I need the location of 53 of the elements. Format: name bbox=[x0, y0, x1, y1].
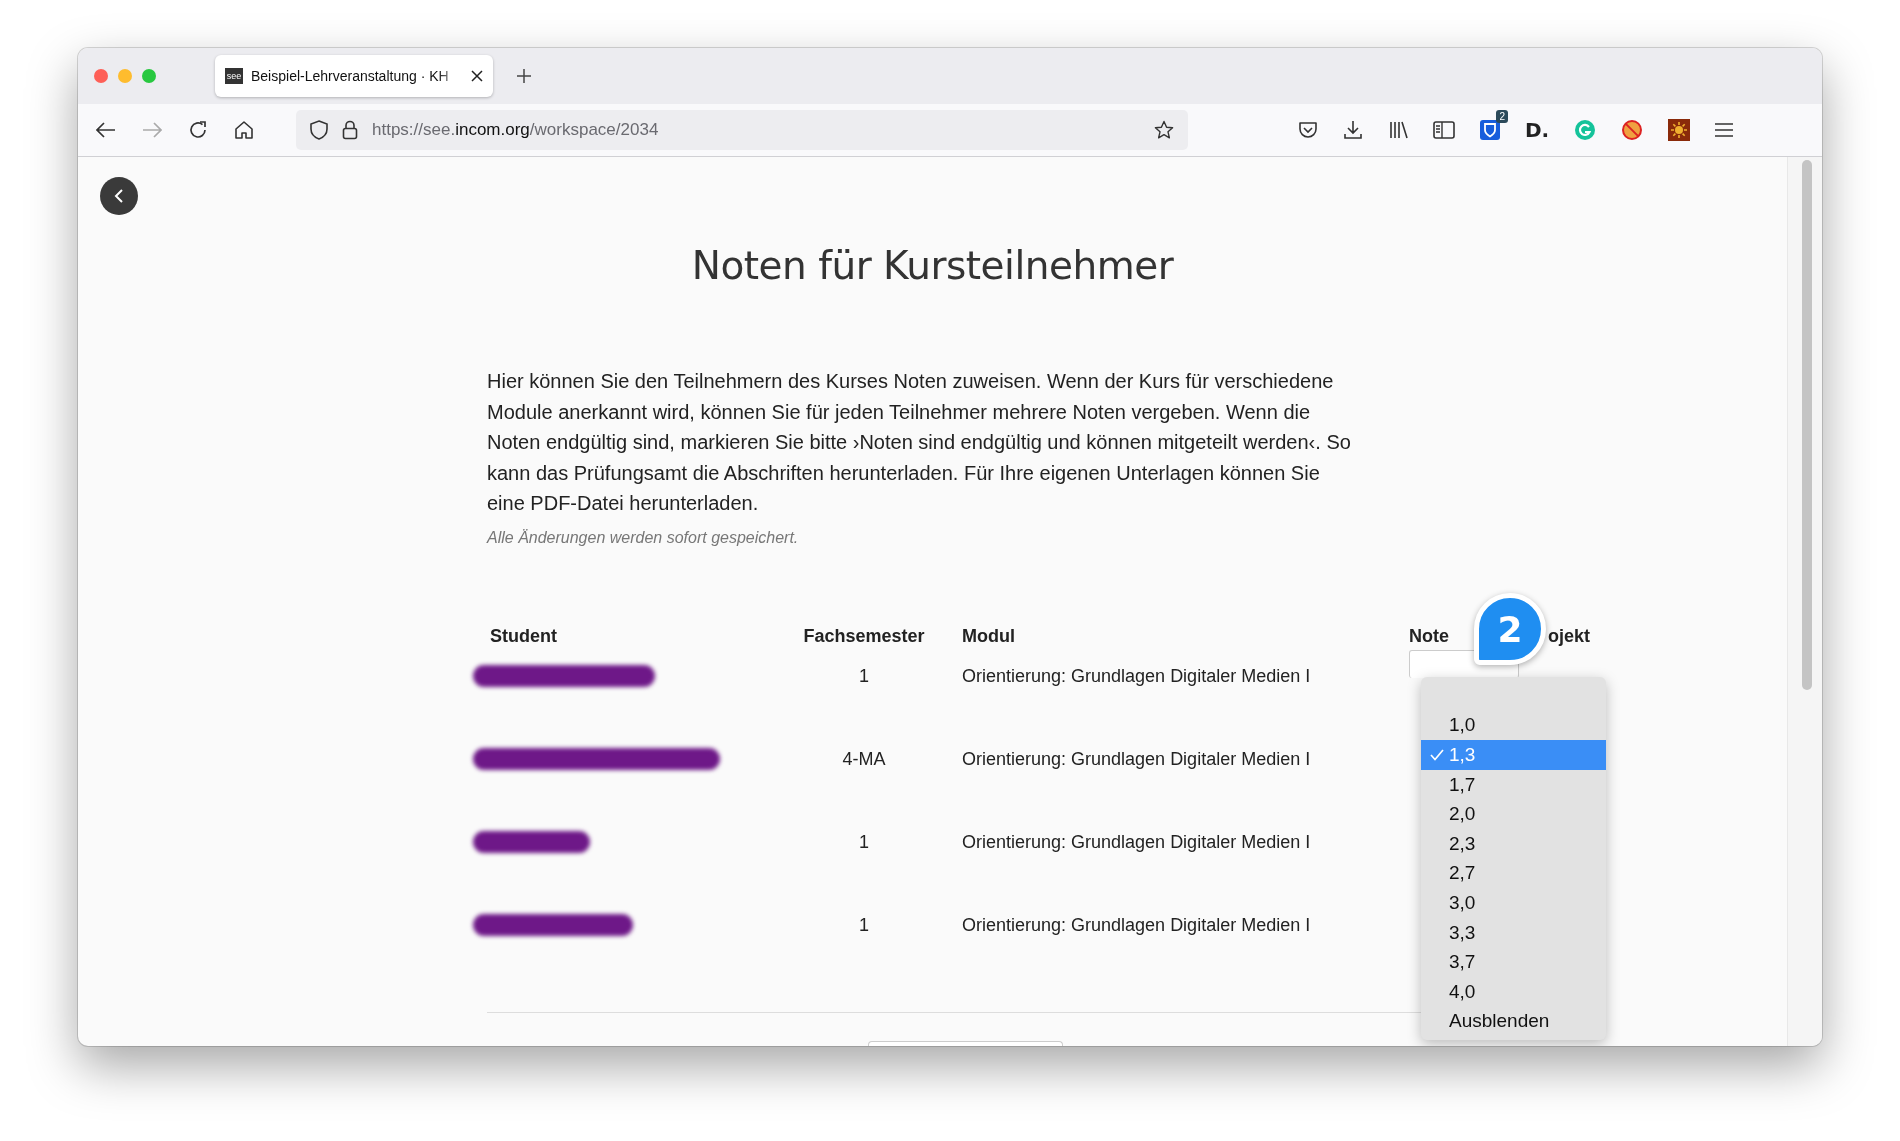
lock-icon[interactable] bbox=[342, 120, 358, 140]
dropdown-option[interactable]: Ausblenden bbox=[1421, 1006, 1606, 1037]
download-icon[interactable] bbox=[1343, 120, 1363, 140]
back-arrow-icon[interactable] bbox=[96, 122, 116, 138]
column-header: Note bbox=[1409, 624, 1449, 648]
dropdown-option[interactable]: 2,7 bbox=[1421, 858, 1606, 889]
table-cell-text: 1 bbox=[858, 664, 870, 688]
scrollbar-thumb[interactable] bbox=[1802, 160, 1812, 690]
page-title: Noten für Kursteilnehmer bbox=[690, 242, 1175, 290]
dropdown-option[interactable]: 3,3 bbox=[1421, 917, 1606, 948]
reload-icon[interactable] bbox=[188, 120, 208, 140]
column-header: Modul bbox=[962, 624, 1015, 648]
blocked-sign-icon[interactable] bbox=[1621, 119, 1644, 141]
favicon: see bbox=[225, 68, 243, 84]
new-tab-icon[interactable] bbox=[517, 69, 531, 83]
check-icon bbox=[1430, 749, 1444, 762]
back-button[interactable] bbox=[100, 177, 138, 215]
dropdown-option[interactable]: 2,0 bbox=[1421, 799, 1606, 829]
dropdown-option[interactable]: 3,7 bbox=[1421, 947, 1606, 977]
home-icon[interactable] bbox=[234, 120, 254, 140]
column-header: Student bbox=[489, 624, 557, 648]
close-icon[interactable] bbox=[471, 70, 483, 82]
dropdown-option[interactable]: 1,7 bbox=[1421, 769, 1606, 800]
count-badge: 2 bbox=[1496, 110, 1508, 123]
browser-tab[interactable]: see Beispiel-Lehrveranstaltung · KH bbox=[215, 55, 493, 97]
dropdown-option[interactable]: 4,0 bbox=[1421, 976, 1606, 1007]
sun-icon[interactable] bbox=[1668, 119, 1691, 141]
step-badge: 2 bbox=[1474, 593, 1546, 665]
dropdown-option[interactable]: 1,0 bbox=[1421, 710, 1606, 741]
table-cell-text: Orientierung: Grundlagen Digitaler Medien I bbox=[961, 664, 1312, 688]
pocket-icon[interactable] bbox=[1298, 121, 1318, 139]
table-cell-text: 1 bbox=[858, 830, 870, 854]
url-text[interactable]: https://see.incom.org/workspace/2034 bbox=[372, 120, 1140, 140]
star-icon[interactable] bbox=[1154, 120, 1174, 140]
table-cell-text: Orientierung: Grundlagen Digitaler Medien I bbox=[961, 913, 1312, 937]
menu-icon[interactable] bbox=[1715, 123, 1734, 137]
intro-paragraph: Hier können Sie den Teilnehmern des Kurses Noten zuweisen. Wenn der Kurs für verschiedene Module anerkannt wird, können Sie für jeden Teilnehmer mehrere Noten vergeben. Wenn die Noten endgültig sind, markieren Sie bitte ›Noten sind endgültig und können mitgeteilt werden‹. So kann das Prüfungsamt die Abschriften herunterladen. Für Ihre eigenen Unterlagen können Sie eine PDF-Datei herunterladen. bbox=[487, 369, 1352, 516]
extension-logo[interactable]: D. bbox=[1525, 118, 1550, 142]
shield-icon[interactable] bbox=[310, 120, 328, 140]
table-cell-text: Orientierung: Grundlagen Digitaler Medien I bbox=[961, 747, 1312, 771]
sidebar-icon[interactable] bbox=[1433, 121, 1455, 139]
dropdown-option[interactable]: 2,3 bbox=[1421, 828, 1606, 859]
column-header: ojekt bbox=[1548, 624, 1590, 648]
table-cell-text: 4-MA bbox=[841, 747, 887, 771]
chevron-left-icon bbox=[113, 188, 125, 204]
close-window-icon[interactable] bbox=[94, 69, 108, 83]
address-bar[interactable]: https://see.incom.org/workspace/2034 bbox=[296, 110, 1188, 150]
table-cell-text: 1 bbox=[858, 913, 870, 937]
save-note: Alle Änderungen werden sofort gespeichert. bbox=[487, 527, 800, 548]
dropdown-option[interactable]: 3,0 bbox=[1421, 888, 1606, 918]
column-header: Fachsemester bbox=[803, 624, 925, 648]
library-icon[interactable] bbox=[1388, 120, 1408, 140]
table-cell-text: Orientierung: Grundlagen Digitaler Medien I bbox=[961, 830, 1312, 854]
